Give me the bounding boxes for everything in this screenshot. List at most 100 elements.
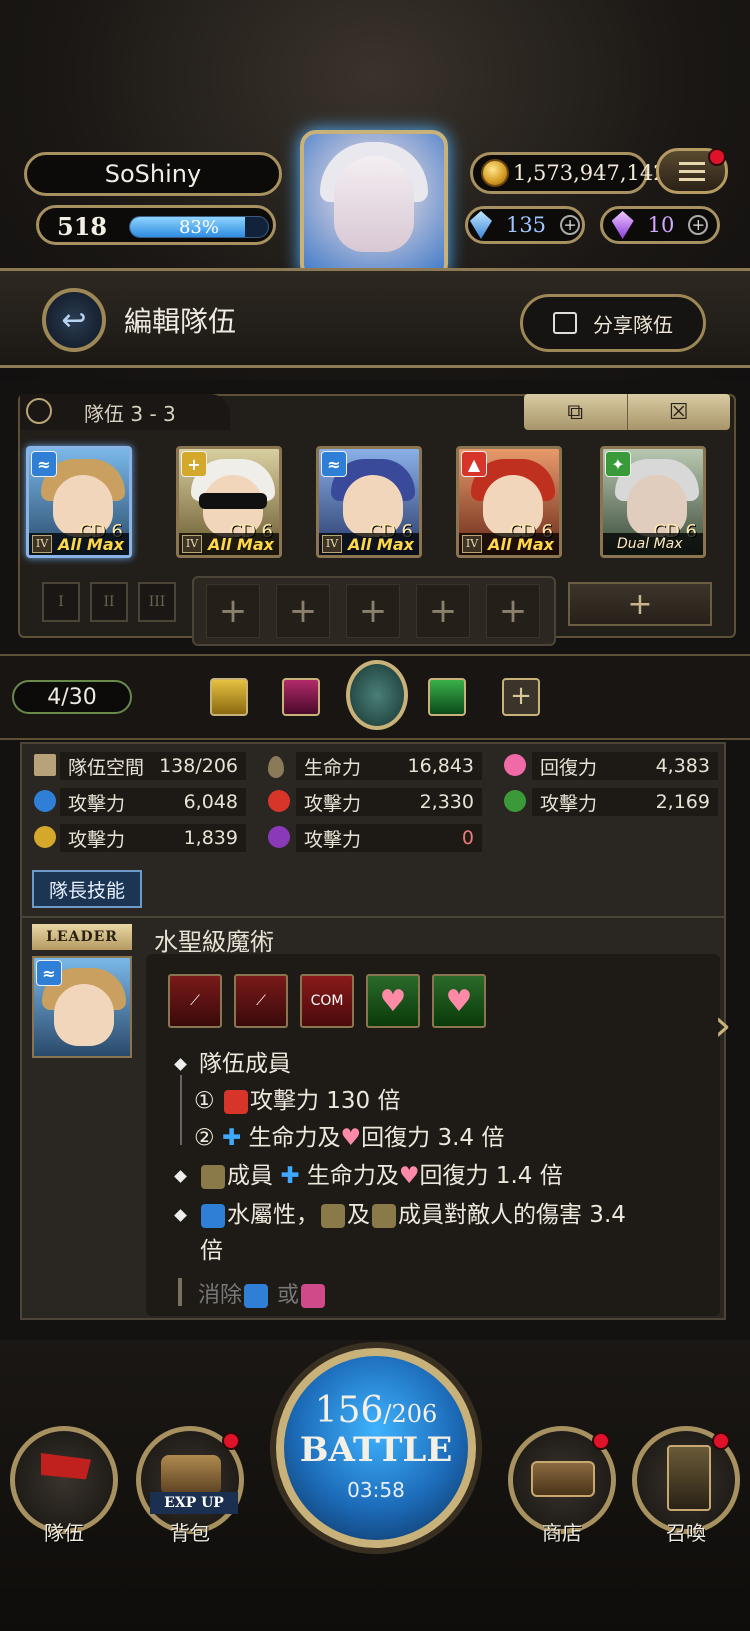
card-max-label: All Max: [58, 534, 124, 554]
skill-text: 生命力及: [306, 1163, 399, 1189]
stat-label: 攻擊力: [304, 828, 362, 851]
leader-card[interactable]: ≈: [32, 956, 132, 1058]
fire-attack-stat: 攻擊力 2,330: [296, 788, 482, 816]
skill-line-5-cont: 倍: [200, 1231, 223, 1265]
wood-attack-stat: 攻擊力 2,169: [532, 788, 718, 816]
beast-filter-icon[interactable]: [210, 678, 248, 716]
coin-amount: 1,573,947,142: [513, 161, 667, 185]
stat-label: 生命力: [304, 756, 362, 779]
heart-mini-icon: ♥: [398, 1163, 420, 1189]
team-card-4[interactable]: ▲ CD 6 IV All Max: [456, 446, 562, 558]
gem-icon: [469, 211, 492, 239]
team-tab[interactable]: 隊伍 3 - 3: [20, 394, 230, 430]
slot-label: II: [103, 594, 115, 610]
next-arrow-icon[interactable]: ›: [714, 1000, 744, 1060]
bullet: [174, 1058, 187, 1071]
card-max-bar: Dual Max: [603, 533, 703, 555]
card-summon-icon: [667, 1445, 711, 1511]
stat-label: 攻擊力: [68, 792, 126, 815]
heart-skill-icon: ♥: [366, 974, 420, 1028]
add-slot-1[interactable]: +: [206, 584, 260, 638]
battle-label: BATTLE: [299, 1430, 453, 1470]
share-team-button[interactable]: 分享隊伍: [520, 294, 706, 352]
heart-mini-icon: ♥: [340, 1125, 362, 1151]
crystal-icon: [611, 211, 634, 239]
add-slot-3[interactable]: +: [346, 584, 400, 638]
crystal-counter[interactable]: 10 +: [600, 206, 720, 244]
blindfold: [199, 493, 267, 509]
team-card-5[interactable]: ✦ CD 6 Dual Max: [600, 446, 706, 558]
copy-icon: ⧉: [567, 399, 584, 425]
nav-bag-label: 背包: [170, 1521, 210, 1545]
team-card-3[interactable]: ≈ CD 6 IV All Max: [316, 446, 422, 558]
exp-up-badge: EXP UP: [150, 1492, 238, 1514]
plus-icon: +: [428, 591, 458, 631]
add-filter-button[interactable]: +: [502, 678, 540, 716]
team-actions: ⧉ ☒: [524, 394, 730, 430]
plus-cross-icon: ✚: [221, 1125, 242, 1151]
skill-text: 倍: [200, 1238, 223, 1264]
add-slot-5[interactable]: +: [486, 584, 540, 638]
back-button[interactable]: ↩: [42, 288, 106, 352]
team-space-stat: 隊伍空間 138/206: [60, 752, 246, 780]
skill-text: 攻擊力 130 倍: [249, 1088, 401, 1114]
rune-slot-1[interactable]: I: [42, 582, 80, 622]
add-friend-slot[interactable]: +: [568, 582, 712, 626]
stat-value: 6,048: [183, 791, 238, 813]
hamburger-icon: [679, 169, 705, 173]
notification-dot: [708, 148, 726, 166]
chest-icon: [161, 1455, 221, 1495]
human-filter-icon[interactable]: [282, 678, 320, 716]
dark-icon: [268, 826, 290, 848]
gem-amount: 135: [505, 213, 547, 237]
skill-text: 生命力及: [248, 1125, 341, 1151]
card-max-bar: IV All Max: [179, 533, 279, 555]
team-tab-label: 隊伍 3 - 3: [84, 401, 176, 426]
card-rank: IV: [32, 535, 52, 553]
clear-team-button[interactable]: ☒: [628, 394, 731, 430]
add-slot-2[interactable]: +: [276, 584, 330, 638]
heart-rune-icon: [301, 1284, 326, 1308]
skill-line-5: 水屬性， 及 成員對敵人的傷害 3.4: [174, 1195, 626, 1229]
team-card-1[interactable]: ≈ CD 6 IV All Max: [26, 446, 132, 558]
hp-drop-icon: [268, 756, 284, 778]
team-tab-icon: [26, 398, 52, 424]
rune-slot-3[interactable]: III: [138, 582, 176, 622]
exp-percent: 83%: [178, 217, 219, 238]
elf-filter-icon[interactable]: [428, 678, 466, 716]
plus-icon: +: [218, 591, 248, 631]
plus-icon: +: [498, 591, 528, 631]
team-card-2[interactable]: + CD 6 IV All Max: [176, 446, 282, 558]
card-rank: IV: [462, 535, 482, 553]
card-max-bar: IV All Max: [319, 533, 419, 555]
stat-label: 攻擊力: [68, 828, 126, 851]
close-icon: ☒: [668, 399, 689, 425]
fire-attack-icon: [223, 1089, 248, 1114]
dark-attack-stat: 攻擊力 0: [296, 824, 482, 852]
copy-team-button[interactable]: ⧉: [524, 394, 628, 430]
bullet: [174, 1209, 187, 1222]
leader-skill-tab[interactable]: 隊長技能: [32, 870, 142, 908]
water-mini-icon: [201, 1203, 225, 1228]
skill-text: 或: [277, 1283, 300, 1308]
player-avatar[interactable]: [300, 130, 448, 280]
skill-line-4: 成員 ✚ 生命力及♥回復力 1.4 倍: [174, 1156, 563, 1190]
attack-up-icon: ⟋: [234, 974, 288, 1028]
plus-cross-icon: ✚: [280, 1163, 300, 1189]
skill-text: 成員對敵人的傷害 3.4: [398, 1202, 626, 1228]
notification-dot: [592, 1432, 610, 1450]
skill-text: 回復力 1.4 倍: [419, 1163, 563, 1189]
add-slot-4[interactable]: +: [416, 584, 470, 638]
nav-team-label: 隊伍: [44, 1521, 84, 1545]
stat-value: 16,843: [407, 755, 474, 777]
level-exp-panel: 518 83%: [36, 205, 276, 245]
coin-counter: 1,573,947,142: [470, 152, 667, 194]
heart-icon: [504, 754, 526, 776]
light-attribute-icon: +: [181, 451, 207, 477]
stat-label: 攻擊力: [304, 792, 362, 815]
rune-slot-2[interactable]: II: [90, 582, 128, 622]
race-medal-icon[interactable]: [346, 660, 408, 730]
gem-counter[interactable]: 135 +: [465, 206, 585, 244]
skill-text: 消除: [198, 1283, 243, 1308]
water-rune-icon: [244, 1284, 269, 1308]
